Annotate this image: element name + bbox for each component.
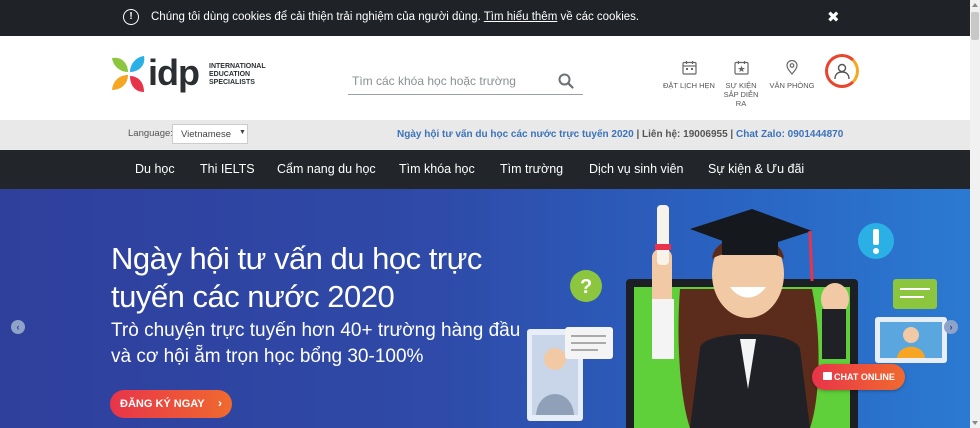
event-link[interactable]: Ngày hội tư vấn du học các nước trực tuy… xyxy=(397,129,634,140)
close-icon[interactable]: ✖ xyxy=(827,8,840,26)
cookie-banner: ! Chúng tôi dùng cookies để cải thiện tr… xyxy=(0,0,970,36)
nav-item-study-abroad[interactable]: Du học xyxy=(135,162,175,176)
cookie-message: Chúng tôi dùng cookies để cải thiện trải… xyxy=(151,11,639,23)
hero-banner: ? Ngày hội tư vấn du học trực tuyến các xyxy=(0,189,970,428)
language-selected-value: Vietnamese xyxy=(181,129,231,140)
chevron-down-icon: ▼ xyxy=(239,129,246,136)
info-separator: | xyxy=(633,129,643,140)
chat-bubble-icon xyxy=(823,372,832,380)
office-link[interactable]: VĂN PHÒNG xyxy=(766,60,818,90)
nav-item-find-school[interactable]: Tìm trường xyxy=(500,162,563,176)
search-input[interactable] xyxy=(352,71,552,91)
nav-item-ielts[interactable]: Thi IELTS xyxy=(200,162,255,176)
main-navigation: Du học Thi IELTS Cẩm nang du học Tìm khó… xyxy=(0,150,970,189)
scroll-thumb[interactable] xyxy=(971,12,979,40)
logo-tagline-line-3: SPECIALISTS xyxy=(209,79,255,86)
register-now-label: ĐĂNG KÝ NGAY xyxy=(120,398,205,410)
upcoming-events-link[interactable]: SỰ KIỆN SẮP DIỄN RA xyxy=(722,60,760,108)
info-icon: ! xyxy=(123,9,139,25)
info-bar: Language: Vietnamese ▼ Ngày hội tư vấn d… xyxy=(0,120,970,150)
chevron-right-icon: › xyxy=(218,396,222,410)
search-icon[interactable] xyxy=(558,73,574,89)
chat-online-label: CHAT ONLINE xyxy=(834,372,895,382)
idp-logo[interactable]: idp INTERNATIONAL EDUCATION SPECIALISTS xyxy=(110,52,280,96)
page-scrollbar[interactable] xyxy=(970,0,980,428)
user-account-avatar[interactable] xyxy=(825,54,859,88)
nav-item-events-offers[interactable]: Sự kiện & Ưu đãi xyxy=(708,162,804,176)
carousel-next-icon[interactable]: › xyxy=(944,320,958,334)
carousel-prev-icon[interactable]: ‹ xyxy=(11,320,25,334)
chat-online-button[interactable]: CHAT ONLINE xyxy=(812,364,905,390)
info-separator: | xyxy=(727,129,737,140)
logo-tagline: INTERNATIONAL EDUCATION SPECIALISTS xyxy=(209,63,279,87)
book-appointment-label: ĐẶT LỊCH HẸN xyxy=(663,81,715,90)
search-bar xyxy=(348,67,583,95)
location-pin-icon xyxy=(786,60,798,75)
question-mark-icon: ? xyxy=(580,276,592,298)
user-icon xyxy=(834,63,850,80)
idp-logo-mark-icon xyxy=(112,56,145,92)
cookie-text-before: Chúng tôi dùng cookies để cải thiện trải… xyxy=(151,11,484,23)
site-header: idp INTERNATIONAL EDUCATION SPECIALISTS … xyxy=(0,36,970,120)
cookie-learn-more-link[interactable]: Tìm hiểu thêm xyxy=(484,11,558,23)
register-now-button[interactable]: ĐĂNG KÝ NGAY › xyxy=(110,390,232,418)
zalo-link[interactable]: Chat Zalo: 0901444870 xyxy=(736,129,843,140)
nav-item-student-services[interactable]: Dịch vụ sinh viên xyxy=(589,162,684,176)
logo-tagline-line-2: EDUCATION xyxy=(209,71,251,78)
hero-subtitle: Trò chuyện trực tuyến hơn 40+ trường hàn… xyxy=(111,320,521,367)
calendar-star-icon xyxy=(733,61,749,75)
nav-item-find-course[interactable]: Tìm khóa học xyxy=(399,162,475,176)
cookie-text-after: về các cookies. xyxy=(557,11,640,23)
hero-title: Ngày hội tư vấn du học trực tuyến các nư… xyxy=(111,241,482,314)
language-select[interactable]: Vietnamese ▼ xyxy=(172,124,248,144)
office-label: VĂN PHÒNG xyxy=(769,81,815,90)
hotline-text[interactable]: Liên hệ: 19006955 xyxy=(642,129,728,140)
upcoming-events-label: SỰ KIỆN SẮP DIỄN RA xyxy=(723,81,759,108)
calendar-icon xyxy=(681,61,697,75)
info-contact: Ngày hội tư vấn du học các nước trực tuy… xyxy=(397,129,843,140)
nav-item-guide[interactable]: Cẩm nang du học xyxy=(277,162,376,176)
logo-tagline-line-1: INTERNATIONAL xyxy=(209,63,266,70)
language-label: Language: xyxy=(128,128,173,139)
logo-wordmark: idp xyxy=(148,52,200,93)
scroll-up-icon[interactable] xyxy=(972,3,978,7)
scroll-down-icon[interactable] xyxy=(972,421,978,425)
book-appointment-link[interactable]: ĐẶT LỊCH HẸN xyxy=(662,60,716,90)
